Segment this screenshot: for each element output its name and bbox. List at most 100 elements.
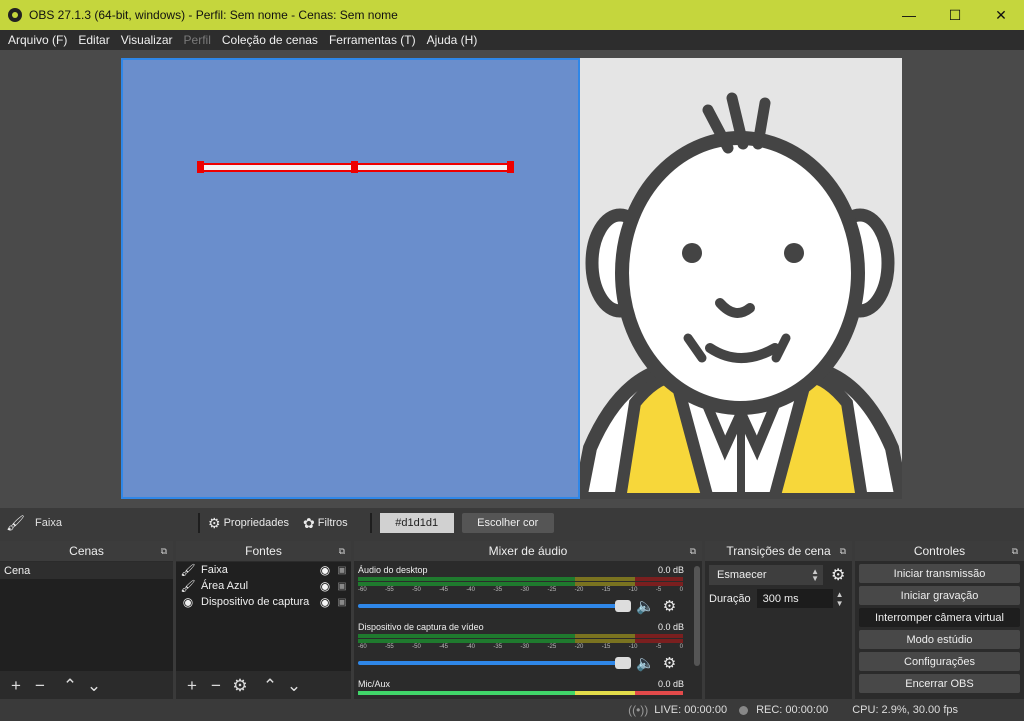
- lock-icon[interactable]: ▣: [335, 565, 349, 576]
- source-item-faixa[interactable]: 🖌 Faixa ◉ ▣: [176, 562, 351, 578]
- exit-button[interactable]: Encerrar OBS: [859, 674, 1020, 693]
- dock-float-icon[interactable]: ⧉: [840, 546, 846, 557]
- brush-icon: 🖌: [180, 579, 196, 593]
- dock-float-icon[interactable]: ⧉: [690, 546, 696, 557]
- move-down-button[interactable]: ⌄: [282, 674, 306, 698]
- source-label: Dispositivo de captura: [201, 596, 310, 608]
- broadcast-icon: ((•)): [628, 703, 649, 717]
- start-streaming-button[interactable]: Iniciar transmissão: [859, 564, 1020, 583]
- menu-colecao-de-cenas[interactable]: Coleção de cenas: [218, 33, 322, 47]
- settings-button[interactable]: Configurações: [859, 652, 1020, 671]
- dock-float-icon[interactable]: ⧉: [339, 546, 345, 557]
- stop-virtual-camera-button[interactable]: Interromper câmera virtual: [859, 608, 1020, 627]
- channel-level: 0.0 dB: [657, 679, 684, 689]
- resize-handle-right[interactable]: [507, 161, 514, 173]
- add-scene-button[interactable]: +: [4, 674, 28, 698]
- remove-source-button[interactable]: −: [204, 674, 228, 698]
- volume-slider[interactable]: [358, 657, 631, 669]
- mixer-channel: Mic/Aux 0.0 dB: [354, 676, 702, 699]
- visibility-eye-icon[interactable]: ◉: [315, 563, 335, 577]
- gear-icon[interactable]: ⚙: [663, 654, 676, 672]
- title-bar: OBS 27.1.3 (64-bit, windows) - Perfil: S…: [0, 0, 1024, 30]
- meter-ticks: -60 -55 -50 -45 -40 -35 -30 -25 -20 -15 -10 -5 0: [358, 587, 683, 593]
- resize-handle-center[interactable]: [351, 161, 358, 173]
- menu-visualizar[interactable]: Visualizar: [117, 33, 177, 47]
- sources-title: Fontes: [245, 544, 282, 558]
- source-properties-gear-icon[interactable]: ⚙: [228, 674, 252, 698]
- source-dispositivo-captura-image[interactable]: [580, 58, 902, 499]
- transition-select[interactable]: Esmaecer ▲ ▼: [709, 565, 823, 585]
- scene-item[interactable]: Cena: [0, 562, 173, 579]
- menu-arquivo[interactable]: Arquivo (F): [4, 33, 71, 47]
- sources-toolbar: + − ⚙ ⌃ ⌄: [176, 673, 351, 699]
- move-down-button[interactable]: ⌄: [82, 674, 106, 698]
- visibility-eye-icon[interactable]: ◉: [315, 579, 335, 593]
- controls-dock: Controles ⧉ Iniciar transmissão Iniciar …: [855, 541, 1024, 699]
- sources-header: Fontes ⧉: [176, 541, 351, 561]
- minimize-icon[interactable]: —: [886, 0, 932, 30]
- dock-float-icon[interactable]: ⧉: [1012, 546, 1018, 557]
- menu-ferramentas[interactable]: Ferramentas (T): [325, 33, 420, 47]
- move-up-button[interactable]: ⌃: [58, 674, 82, 698]
- menu-ajuda[interactable]: Ajuda (H): [423, 33, 482, 47]
- gear-icon[interactable]: ⚙: [831, 565, 845, 585]
- studio-mode-button[interactable]: Modo estúdio: [859, 630, 1020, 649]
- scenes-header: Cenas ⧉: [0, 541, 173, 561]
- menu-perfil[interactable]: Perfil: [180, 33, 215, 47]
- speaker-icon[interactable]: 🔈: [636, 654, 655, 672]
- preview-area[interactable]: [0, 50, 1024, 508]
- visibility-eye-icon[interactable]: ◉: [315, 595, 335, 609]
- source-area-azul[interactable]: [121, 58, 580, 499]
- transitions-header: Transições de cena ⧉: [705, 541, 852, 561]
- lock-icon[interactable]: ▣: [335, 597, 349, 608]
- channel-name: Mic/Aux: [358, 679, 391, 689]
- source-item-area-azul[interactable]: 🖌 Área Azul ◉ ▣: [176, 578, 351, 594]
- mixer-content: Áudio do desktop 0.0 dB -60 -55 -50 -45 -40-…: [354, 562, 702, 699]
- transition-selected-value: Esmaecer: [717, 569, 767, 581]
- controls-header: Controles ⧉: [855, 541, 1024, 561]
- separator: [198, 513, 200, 533]
- speaker-icon[interactable]: 🔈: [636, 597, 655, 615]
- properties-button[interactable]: ⚙ Propriedades: [208, 515, 289, 532]
- filters-button[interactable]: ✿ Filtros: [303, 515, 348, 532]
- properties-label: Propriedades: [223, 517, 289, 529]
- source-item-dispositivo-de-captura[interactable]: ◉ Dispositivo de captura ◉ ▣: [176, 594, 351, 610]
- slider-knob[interactable]: [615, 600, 631, 612]
- menu-editar[interactable]: Editar: [74, 33, 113, 47]
- mixer-scrollbar[interactable]: [694, 566, 700, 666]
- status-bar: ((•)) LIVE: 00:00:00 REC: 00:00:00 CPU: …: [0, 699, 1024, 721]
- lock-icon[interactable]: ▣: [335, 581, 349, 592]
- source-label: Faixa: [201, 564, 228, 576]
- dock-float-icon[interactable]: ⧉: [161, 546, 167, 557]
- remove-scene-button[interactable]: −: [28, 674, 52, 698]
- source-faixa-selected[interactable]: [197, 161, 514, 173]
- volume-meter: [358, 582, 698, 586]
- close-icon[interactable]: ✕: [978, 0, 1024, 30]
- live-timer: LIVE: 00:00:00: [654, 704, 728, 716]
- gear-icon: ⚙: [208, 514, 221, 531]
- spin-stepper-icon[interactable]: ▲ ▼: [836, 590, 844, 608]
- mixer-channel: Dispositivo de captura de vídeo 0.0 dB -…: [354, 619, 702, 676]
- add-source-button[interactable]: +: [180, 674, 204, 698]
- chevron-updown-icon: ▲ ▼: [811, 567, 819, 583]
- source-label: Área Azul: [201, 580, 249, 592]
- move-up-button[interactable]: ⌃: [258, 674, 282, 698]
- duration-label: Duração: [709, 592, 751, 605]
- cartoon-person-image: [580, 58, 902, 499]
- choose-color-button[interactable]: Escolher cor: [461, 513, 554, 533]
- gear-icon[interactable]: ⚙: [663, 597, 676, 615]
- slider-knob[interactable]: [615, 657, 631, 669]
- meter-ticks: -60 -55 -50 -45 -40 -35 -30 -25 -20 -15 -10 -5 0: [358, 644, 683, 650]
- sources-list: 🖌 Faixa ◉ ▣ 🖌 Área Azul ◉ ▣ ◉ Dispositiv…: [176, 562, 351, 671]
- filters-label: Filtros: [317, 517, 348, 529]
- mixer-channel: Áudio do desktop 0.0 dB -60 -55 -50 -45 -40-…: [354, 562, 702, 619]
- obs-logo-icon: [8, 8, 22, 22]
- channel-level: 0.0 dB: [657, 565, 684, 575]
- maximize-icon[interactable]: ☐: [932, 0, 978, 30]
- duration-field[interactable]: 300 ms: [756, 589, 833, 608]
- context-bar: 🖌 Faixa ⚙ Propriedades ✿ Filtros #d1d1d1…: [0, 508, 1024, 538]
- resize-handle-left[interactable]: [197, 161, 204, 173]
- start-recording-button[interactable]: Iniciar gravação: [859, 586, 1020, 605]
- camera-icon: ◉: [182, 595, 194, 609]
- volume-slider[interactable]: [358, 600, 631, 612]
